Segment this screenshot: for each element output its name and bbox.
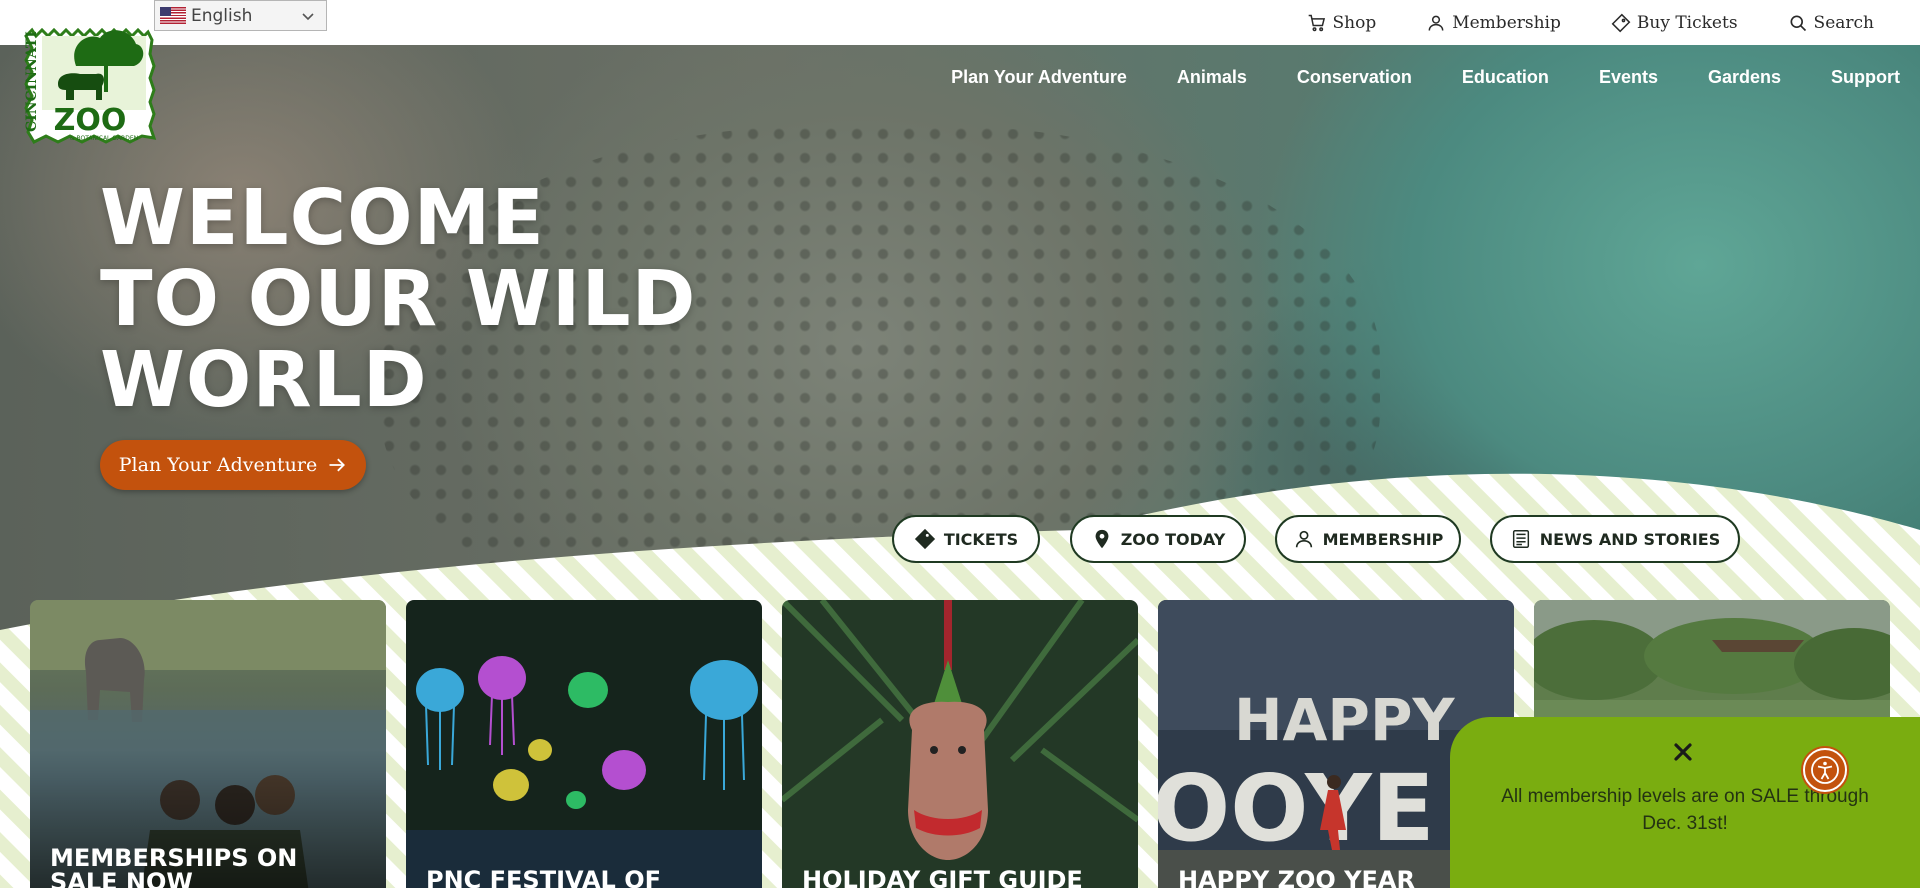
- utility-link-label: Search: [1813, 12, 1874, 33]
- svg-text:HAPPY: HAPPY: [1234, 686, 1455, 754]
- membership-sale-popup: All membership levels are on SALE throug…: [1450, 717, 1920, 888]
- logo-zoo-text: ZOO: [54, 103, 127, 138]
- card-holiday-gift-guide[interactable]: HOLIDAY GIFT GUIDE: [782, 600, 1138, 888]
- cart-icon: [1308, 14, 1325, 31]
- logo-city-text: CINCINNATI: [24, 31, 40, 132]
- svg-text:OOYE: OOYE: [1158, 755, 1435, 862]
- hero-title: WELCOME TO OUR WILD WORLD: [100, 178, 696, 421]
- card-memberships[interactable]: MEMBERSHIPS ON SALE NOW: [30, 600, 386, 888]
- quick-link-tickets[interactable]: TICKETS: [892, 515, 1040, 563]
- accessibility-icon: [1811, 756, 1839, 784]
- utility-link-shop[interactable]: Shop: [1307, 12, 1377, 33]
- quick-link-label: NEWS AND STORIES: [1539, 529, 1721, 549]
- utility-link-label: Membership: [1452, 12, 1561, 33]
- nav-item-conservation[interactable]: Conservation: [1297, 67, 1412, 88]
- nav-item-events[interactable]: Events: [1599, 67, 1658, 88]
- hero-title-line: WELCOME: [100, 174, 545, 263]
- utility-bar: English Shop Membership Buy Tickets Sear…: [0, 0, 1920, 45]
- search-icon: [1790, 15, 1806, 31]
- utility-link-label: Buy Tickets: [1636, 12, 1738, 33]
- nav-item-support[interactable]: Support: [1831, 67, 1900, 88]
- newspaper-icon: [1512, 530, 1529, 548]
- nav-item-education[interactable]: Education: [1462, 67, 1549, 88]
- card-title: HOLIDAY GIFT GUIDE: [802, 866, 1083, 888]
- person-icon: [1428, 15, 1444, 31]
- quick-link-label: ZOO TODAY: [1120, 529, 1226, 549]
- quick-link-zoo-today[interactable]: ZOO TODAY: [1070, 515, 1246, 563]
- card-title: PNC FESTIVAL OF LIGHTS: [426, 866, 661, 888]
- quick-link-membership[interactable]: MEMBERSHIP: [1275, 515, 1461, 563]
- utility-link-buy-tickets[interactable]: Buy Tickets: [1611, 13, 1738, 33]
- card-image: [406, 656, 762, 888]
- close-icon[interactable]: [1672, 741, 1694, 763]
- hero-title-line: WORLD: [100, 336, 428, 425]
- nav-item-animals[interactable]: Animals: [1177, 67, 1247, 88]
- zoo-logo-mark: ZOO CINCINNATI & BOTANICAL GARDEN: [24, 27, 157, 144]
- main-nav: Plan Your Adventure Animals Conservation…: [951, 67, 1900, 88]
- nav-item-plan-your-adventure[interactable]: Plan Your Adventure: [951, 67, 1127, 88]
- utility-link-search[interactable]: Search: [1788, 13, 1874, 33]
- utility-link-label: Shop: [1332, 12, 1377, 33]
- card-festival-of-lights[interactable]: PNC FESTIVAL OF LIGHTS: [406, 600, 762, 888]
- map-pin-icon: [1095, 529, 1109, 549]
- utility-nav: Shop Membership Buy Tickets Search: [1307, 0, 1874, 45]
- us-flag-icon: [160, 7, 186, 24]
- zoo-logo[interactable]: ZOO CINCINNATI & BOTANICAL GARDEN: [18, 14, 162, 148]
- nav-item-gardens[interactable]: Gardens: [1708, 67, 1781, 88]
- quick-link-label: TICKETS: [943, 529, 1019, 549]
- language-select[interactable]: English: [154, 0, 327, 31]
- accessibility-button[interactable]: [1803, 748, 1847, 792]
- chevron-down-icon: [302, 13, 314, 21]
- language-label: English: [191, 5, 253, 26]
- logo-subtitle-text: & BOTANICAL GARDEN: [70, 135, 138, 142]
- hero-title-line: TO OUR WILD: [100, 255, 697, 344]
- utility-link-membership[interactable]: Membership: [1426, 13, 1561, 33]
- card-image: [782, 600, 1138, 860]
- person-icon: [1295, 530, 1312, 548]
- quick-link-news-and-stories[interactable]: NEWS AND STORIES: [1490, 515, 1740, 563]
- quick-link-label: MEMBERSHIP: [1322, 529, 1444, 549]
- ticket-icon: [1611, 13, 1631, 32]
- card-title: MEMBERSHIPS ON SALE NOW: [50, 844, 298, 888]
- ticket-icon: [914, 528, 935, 550]
- quick-links: TICKETS ZOO TODAY MEMBERSHIP NEWS AND ST…: [0, 515, 1920, 565]
